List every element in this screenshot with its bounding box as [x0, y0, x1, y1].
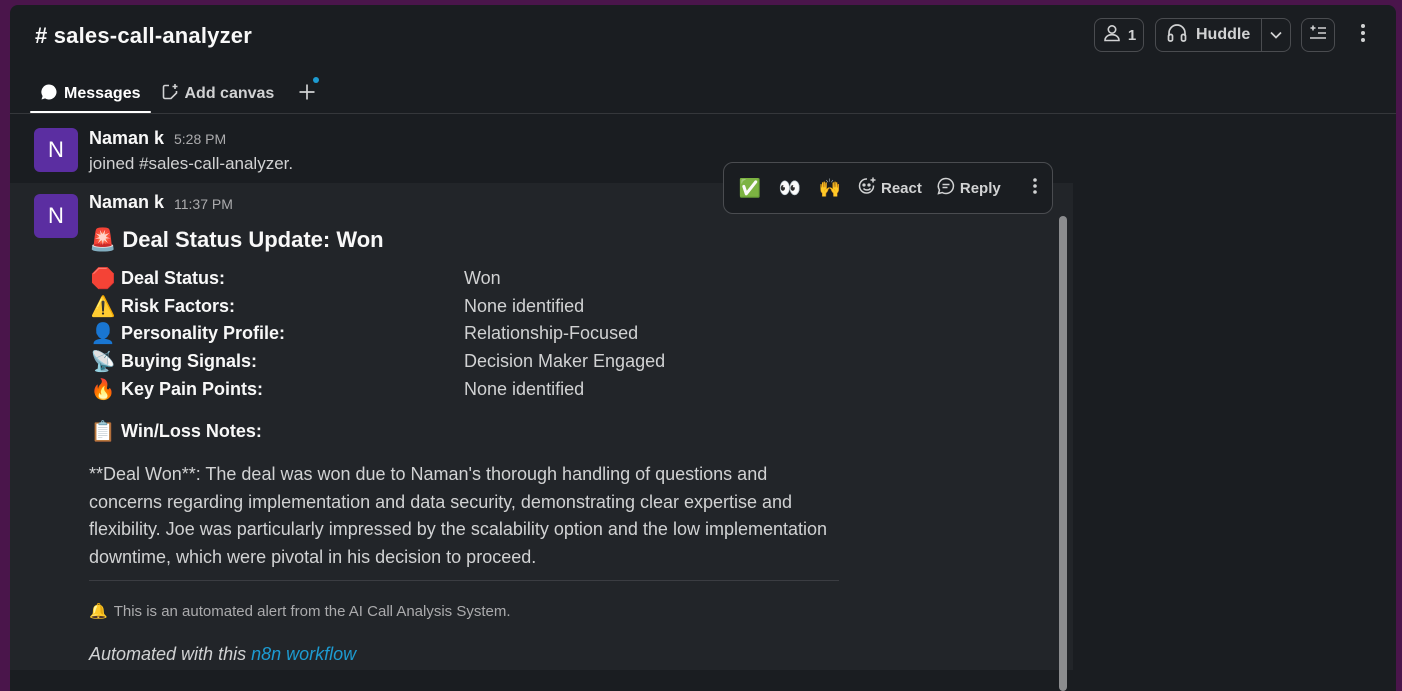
timestamp[interactable]: 11:37 PM	[174, 196, 233, 212]
automated-prefix: Automated with this	[89, 644, 247, 664]
field-label-group: 📡 Buying Signals:	[89, 349, 464, 374]
alert-note-text: This is an automated alert from the AI C…	[113, 602, 511, 620]
divider	[89, 580, 839, 581]
add-reaction-icon	[857, 176, 877, 200]
field-row: 📡 Buying Signals: Decision Maker Engaged	[89, 348, 789, 376]
tab-messages-label: Messages	[64, 85, 141, 102]
field-row: 👤 Personality Profile: Relationship-Focus…	[89, 320, 789, 348]
huddle-options-button[interactable]	[1261, 19, 1290, 51]
message-text: joined #sales-call-analyzer.	[89, 154, 294, 173]
field-label-group: 👤 Personality Profile:	[89, 321, 464, 346]
deal-fields: 🛑 Deal Status: Won ⚠️ Risk Factors: None i…	[89, 265, 789, 403]
field-label-group: 🛑 Deal Status:	[89, 266, 464, 291]
message-bubble-icon	[40, 83, 58, 106]
message-actions-toolbar: ✅ 👀 🙌 React Reply	[723, 162, 1053, 214]
message-joined: N Naman k 5:28 PM joined #sales-call-ana…	[10, 119, 1396, 183]
timestamp[interactable]: 5:28 PM	[174, 131, 226, 147]
channel-title[interactable]: # sales-call-analyzer	[35, 23, 252, 49]
react-label: React	[881, 179, 922, 197]
field-row: 🔥 Key Pain Points: None identified	[89, 375, 789, 403]
reply-button[interactable]: Reply	[931, 171, 1006, 205]
satellite-emoji: 📡	[90, 351, 116, 374]
message-deal-update: N Naman k 11:37 PM 🚨 Deal Status Update:…	[10, 183, 1073, 670]
canvas-add-icon	[161, 83, 179, 106]
tab-add-canvas[interactable]: Add canvas	[151, 75, 285, 113]
kebab-menu-icon	[1360, 23, 1366, 48]
quick-reaction-eyes[interactable]: 👀	[772, 171, 808, 205]
huddle-button[interactable]: Huddle	[1156, 19, 1261, 51]
field-label-group: 🔥 Key Pain Points:	[89, 377, 464, 402]
avatar[interactable]: N	[34, 128, 78, 172]
clipboard-emoji: 📋	[90, 421, 116, 443]
notes-body: **Deal Won**: The deal was won due to Na…	[89, 464, 828, 568]
person-icon	[1102, 23, 1122, 47]
warning-emoji: ⚠️	[90, 295, 116, 318]
field-value: Decision Maker Engaged	[464, 351, 666, 372]
channel-tabs: Messages Add canvas	[30, 75, 324, 113]
plus-icon	[298, 83, 316, 106]
notes-title-text: Win/Loss Notes:	[121, 421, 262, 441]
stop-sign-emoji: 🛑	[90, 268, 116, 291]
scrollbar[interactable]	[1058, 210, 1068, 691]
react-button[interactable]: React	[852, 171, 927, 205]
field-row: 🛑 Deal Status: Won	[89, 265, 789, 293]
field-label: Personality Profile:	[121, 323, 286, 344]
quick-reaction-check[interactable]: ✅	[732, 171, 768, 205]
n8n-workflow-link[interactable]: n8n workflow	[251, 644, 356, 664]
more-options-button[interactable]	[1350, 21, 1376, 49]
avatar[interactable]: N	[34, 194, 78, 238]
tab-add-canvas-label: Add canvas	[184, 85, 275, 102]
automated-alert-note: 🔔 This is an automated alert from the AI…	[89, 602, 511, 621]
headphones-icon	[1166, 23, 1188, 48]
scrollbar-thumb[interactable]	[1059, 216, 1067, 691]
siren-emoji: 🚨	[89, 227, 117, 252]
field-label: Buying Signals:	[121, 351, 258, 372]
kebab-menu-icon	[1032, 177, 1038, 199]
heading-text: Deal Status Update: Won	[122, 227, 384, 252]
field-value: None identified	[464, 295, 585, 316]
person-emoji: 👤	[90, 323, 116, 346]
members-count: 1	[1127, 26, 1137, 44]
add-tab-button[interactable]	[290, 75, 324, 113]
field-value: None identified	[464, 378, 585, 399]
automated-with-line: Automated with this n8n workflow	[89, 644, 356, 665]
field-value: Relationship-Focused	[464, 323, 639, 344]
channel-header: # sales-call-analyzer 1 Huddle Messages …	[10, 5, 1396, 114]
field-label: Key Pain Points:	[121, 378, 264, 399]
chevron-down-icon	[1270, 26, 1282, 44]
message-heading: 🚨 Deal Status Update: Won	[89, 227, 384, 253]
field-label-group: ⚠️ Risk Factors:	[89, 294, 464, 319]
reply-thread-icon	[936, 176, 956, 200]
channel-canvas-button[interactable]	[1301, 18, 1335, 52]
sender-name[interactable]: Naman k	[89, 192, 164, 213]
notification-dot	[313, 77, 320, 83]
notes-title: 📋 Win/Loss Notes:	[89, 419, 262, 444]
bell-emoji: 🔔	[89, 603, 108, 620]
sender-name[interactable]: Naman k	[89, 128, 164, 149]
field-label: Risk Factors:	[121, 295, 236, 316]
quick-reaction-raised-hands[interactable]: 🙌	[812, 171, 848, 205]
members-button[interactable]: 1	[1094, 18, 1144, 52]
field-row: ⚠️ Risk Factors: None identified	[89, 293, 789, 321]
tab-messages[interactable]: Messages	[30, 75, 151, 113]
slack-channel-window: # sales-call-analyzer 1 Huddle Messages …	[10, 5, 1396, 691]
huddle-label: Huddle	[1196, 26, 1251, 43]
huddle-button-group: Huddle	[1155, 18, 1291, 52]
field-value: Won	[464, 268, 501, 289]
reply-label: Reply	[959, 179, 1001, 197]
fire-emoji: 🔥	[90, 378, 116, 401]
sparkle-list-icon	[1308, 24, 1328, 47]
more-actions-button[interactable]	[1020, 171, 1050, 205]
field-label: Deal Status:	[121, 268, 226, 289]
